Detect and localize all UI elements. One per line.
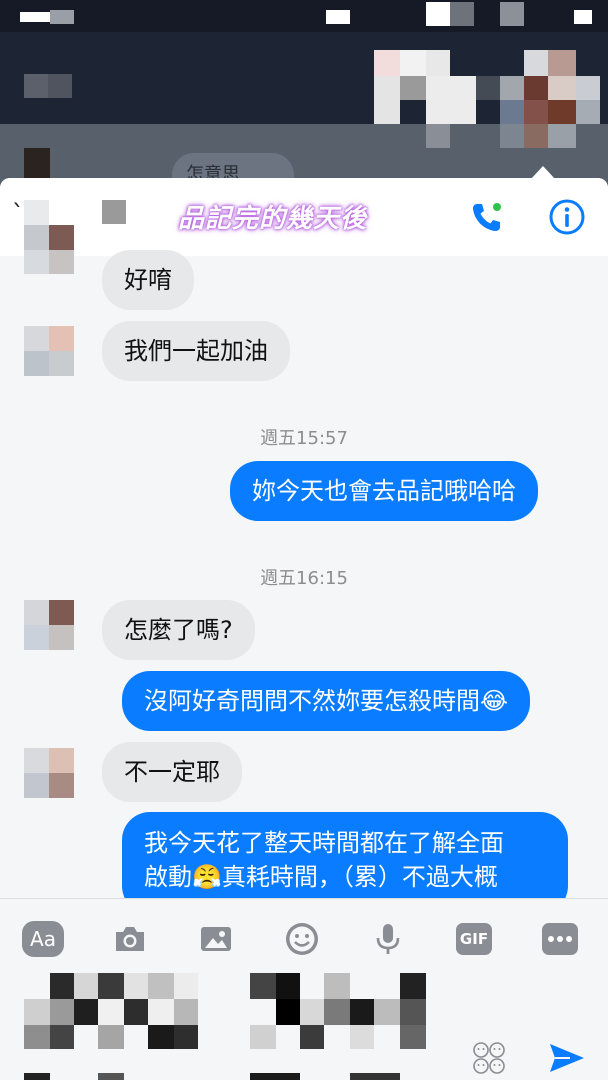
message-outgoing: 妳今天也會去品記哦哈哈	[230, 461, 538, 521]
message-incoming: 怎麼了嗎?	[102, 600, 255, 660]
gif-button[interactable]: GIF	[456, 923, 492, 955]
timestamp: 週五16:15	[260, 568, 348, 589]
chat-card: ` 品記完的幾天後 好唷 我們一起加油 週五15:57 妳今天也會去品記哦哈哈 …	[0, 178, 608, 1080]
camera-icon[interactable]	[110, 919, 150, 959]
more-icon[interactable]	[542, 923, 578, 955]
avatar	[24, 748, 74, 798]
message-incoming: 我們一起加油	[102, 321, 290, 381]
status-bar	[0, 0, 608, 32]
avatar	[24, 326, 74, 376]
chat-title: 品記完的幾天後	[178, 204, 368, 234]
message-outgoing: 沒阿好奇問問不然妳要怎殺時間😂	[122, 671, 531, 731]
info-icon[interactable]	[548, 198, 586, 236]
contact-avatar[interactable]	[102, 200, 126, 224]
composer: Aa GIF	[0, 898, 608, 1080]
microphone-icon[interactable]	[368, 919, 408, 959]
image-icon[interactable]	[196, 919, 236, 959]
background-app: 怎意思	[0, 0, 608, 197]
emoji-grid-icon[interactable]	[472, 1041, 506, 1075]
avatar	[24, 200, 74, 274]
chat-header: ` 品記完的幾天後	[0, 178, 608, 256]
message-line: 啟動😤真耗時間，（累）不過大概	[144, 863, 498, 891]
background-header	[0, 32, 608, 124]
timestamp: 週五15:57	[260, 428, 348, 449]
phone-icon[interactable]	[468, 200, 504, 236]
message-input[interactable]	[24, 973, 434, 1080]
message-incoming: 不一定耶	[102, 742, 242, 802]
send-icon[interactable]	[548, 1041, 586, 1075]
aa-button[interactable]: Aa	[22, 921, 64, 957]
avatar	[24, 600, 74, 650]
message-incoming: 好唷	[102, 250, 194, 310]
smiley-icon[interactable]	[282, 919, 322, 959]
message-line: 我今天花了整天時間都在了解全面	[144, 829, 504, 857]
